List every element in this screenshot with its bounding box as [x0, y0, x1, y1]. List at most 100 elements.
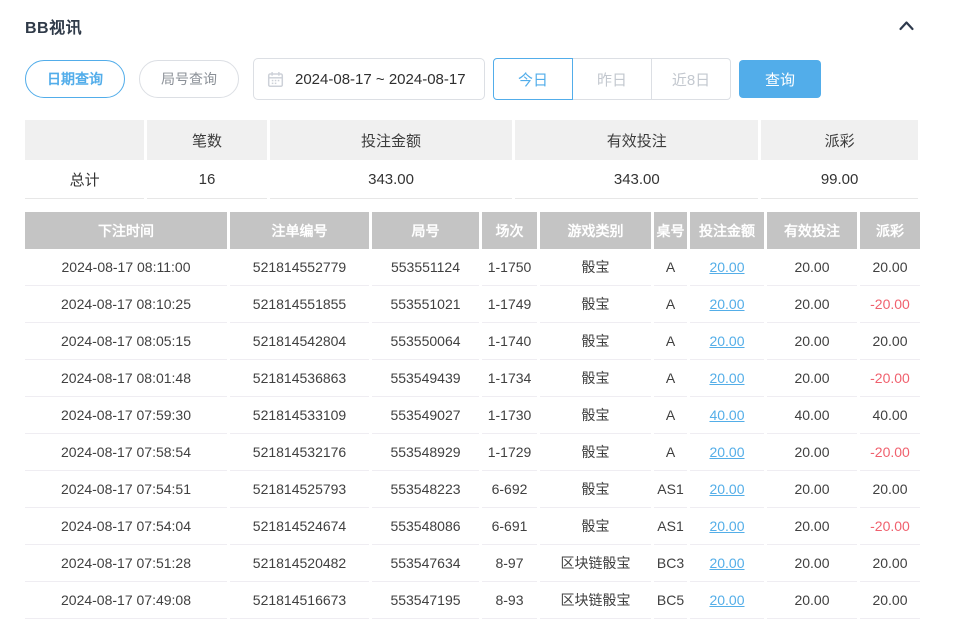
bet-time-cell: 2024-08-17 07:54:51 — [25, 471, 227, 508]
valid-bet-cell: 20.00 — [767, 249, 857, 286]
session-cell: 8-97 — [482, 545, 537, 582]
table-no-cell: BC3 — [654, 545, 687, 582]
table-row: 2024-08-17 08:01:48521814536863553549439… — [25, 360, 920, 397]
table-no-cell: AS1 — [654, 471, 687, 508]
round-id-cell: 553548223 — [372, 471, 479, 508]
page-title: BB视讯 — [25, 14, 82, 38]
summary-total-row: 总计 16 343.00 343.00 99.00 — [25, 160, 918, 199]
table-row: 2024-08-17 07:58:54521814532176553548929… — [25, 434, 920, 471]
summary-table: 笔数 投注金额 有效投注 派彩 总计 16 343.00 343.00 99.0… — [22, 120, 921, 199]
bet-time-cell: 2024-08-17 08:11:00 — [25, 249, 227, 286]
table-row: 2024-08-17 07:54:51521814525793553548223… — [25, 471, 920, 508]
table-row: 2024-08-17 08:10:25521814551855553551021… — [25, 286, 920, 323]
panel-header: BB视讯 — [25, 14, 918, 38]
summary-col-valid-bet: 有效投注 — [515, 120, 758, 160]
table-no-cell: A — [654, 249, 687, 286]
bet-time-cell: 2024-08-17 08:10:25 — [25, 286, 227, 323]
table-row: 2024-08-17 07:54:04521814524674553548086… — [25, 508, 920, 545]
bet-time-cell: 2024-08-17 07:54:04 — [25, 508, 227, 545]
round-id-cell: 553550064 — [372, 323, 479, 360]
valid-bet-cell: 20.00 — [767, 582, 857, 619]
order-id-cell: 521814551855 — [230, 286, 369, 323]
col-round-id: 局号 — [372, 212, 479, 249]
bet-amount-link[interactable]: 20.00 — [690, 249, 764, 286]
order-id-cell: 521814520482 — [230, 545, 369, 582]
valid-bet-cell: 20.00 — [767, 434, 857, 471]
valid-bet-cell: 20.00 — [767, 286, 857, 323]
table-row: 2024-08-17 07:49:08521814516673553547195… — [25, 582, 920, 619]
session-cell: 1-1730 — [482, 397, 537, 434]
game-type-cell: 骰宝 — [540, 323, 651, 360]
round-id-cell: 553547634 — [372, 545, 479, 582]
bet-amount-link[interactable]: 20.00 — [690, 360, 764, 397]
summary-col-blank — [25, 120, 144, 160]
table-no-cell: BC5 — [654, 582, 687, 619]
valid-bet-cell: 20.00 — [767, 323, 857, 360]
game-type-cell: 区块链骰宝 — [540, 545, 651, 582]
bet-amount-link[interactable]: 20.00 — [690, 508, 764, 545]
tab-date-query[interactable]: 日期查询 — [25, 60, 125, 98]
date-range-input[interactable]: 2024-08-17 ~ 2024-08-17 — [253, 58, 485, 100]
game-type-cell: 骰宝 — [540, 249, 651, 286]
order-id-cell: 521814524674 — [230, 508, 369, 545]
bet-time-cell: 2024-08-17 07:51:28 — [25, 545, 227, 582]
col-payout: 派彩 — [860, 212, 920, 249]
bet-time-cell: 2024-08-17 07:49:08 — [25, 582, 227, 619]
summary-total-label: 总计 — [25, 160, 144, 199]
quick-yesterday-button[interactable]: 昨日 — [572, 58, 652, 100]
valid-bet-cell: 20.00 — [767, 545, 857, 582]
payout-cell: -20.00 — [860, 360, 920, 397]
round-id-cell: 553547195 — [372, 582, 479, 619]
table-no-cell: A — [654, 323, 687, 360]
game-type-cell: 骰宝 — [540, 360, 651, 397]
bet-amount-link[interactable]: 40.00 — [690, 397, 764, 434]
bet-time-cell: 2024-08-17 07:59:30 — [25, 397, 227, 434]
bet-amount-link[interactable]: 20.00 — [690, 286, 764, 323]
game-type-cell: 骰宝 — [540, 508, 651, 545]
query-toolbar: 日期查询 局号查询 2024-08-17 ~ 2024-08-17 今日 昨日 … — [25, 58, 918, 100]
session-cell: 1-1734 — [482, 360, 537, 397]
bb-video-panel: BB视讯 日期查询 局号查询 2024-08-17 ~ 2024-08-17 — [0, 0, 965, 619]
summary-col-count: 笔数 — [147, 120, 266, 160]
round-id-cell: 553549439 — [372, 360, 479, 397]
order-id-cell: 521814542804 — [230, 323, 369, 360]
game-type-cell: 骰宝 — [540, 286, 651, 323]
summary-header-row: 笔数 投注金额 有效投注 派彩 — [25, 120, 918, 160]
game-type-cell: 区块链骰宝 — [540, 582, 651, 619]
round-id-cell: 553551021 — [372, 286, 479, 323]
bet-amount-link[interactable]: 20.00 — [690, 545, 764, 582]
summary-col-payout: 派彩 — [761, 120, 918, 160]
records-header-row: 下注时间 注单编号 局号 场次 游戏类别 桌号 投注金额 有效投注 派彩 — [25, 212, 920, 249]
order-id-cell: 521814536863 — [230, 360, 369, 397]
quick-today-button[interactable]: 今日 — [493, 58, 573, 100]
bet-amount-link[interactable]: 20.00 — [690, 323, 764, 360]
date-range-value: 2024-08-17 ~ 2024-08-17 — [295, 71, 466, 88]
col-order-id: 注单编号 — [230, 212, 369, 249]
game-type-cell: 骰宝 — [540, 434, 651, 471]
order-id-cell: 521814533109 — [230, 397, 369, 434]
bet-amount-link[interactable]: 20.00 — [690, 582, 764, 619]
collapse-button[interactable] — [895, 16, 918, 36]
valid-bet-cell: 40.00 — [767, 397, 857, 434]
table-row: 2024-08-17 08:05:15521814542804553550064… — [25, 323, 920, 360]
session-cell: 8-93 — [482, 582, 537, 619]
table-no-cell: AS1 — [654, 508, 687, 545]
session-cell: 1-1750 — [482, 249, 537, 286]
payout-cell: -20.00 — [860, 508, 920, 545]
payout-cell: -20.00 — [860, 434, 920, 471]
query-button[interactable]: 查询 — [739, 60, 821, 98]
bet-amount-link[interactable]: 20.00 — [690, 471, 764, 508]
session-cell: 6-691 — [482, 508, 537, 545]
payout-cell: 40.00 — [860, 397, 920, 434]
quick-last8days-button[interactable]: 近8日 — [651, 58, 731, 100]
valid-bet-cell: 20.00 — [767, 508, 857, 545]
order-id-cell: 521814532176 — [230, 434, 369, 471]
quick-range-group: 今日 昨日 近8日 — [493, 58, 731, 100]
table-no-cell: A — [654, 397, 687, 434]
tab-round-query[interactable]: 局号查询 — [139, 60, 239, 98]
order-id-cell: 521814516673 — [230, 582, 369, 619]
session-cell: 1-1740 — [482, 323, 537, 360]
summary-total-payout: 99.00 — [761, 160, 918, 199]
round-id-cell: 553549027 — [372, 397, 479, 434]
bet-amount-link[interactable]: 20.00 — [690, 434, 764, 471]
